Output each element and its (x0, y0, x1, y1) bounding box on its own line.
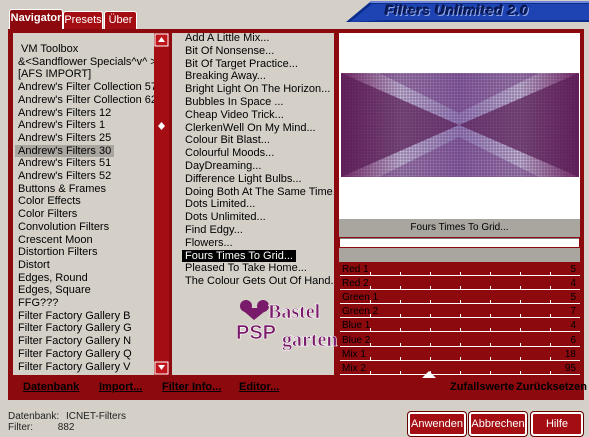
category-item[interactable]: Filter Factory Gallery G (15, 322, 135, 334)
slider-track[interactable] (340, 289, 580, 291)
editor-link[interactable]: Editor... (239, 381, 279, 393)
category-item[interactable]: [AFS IMPORT] (15, 68, 94, 80)
category-item[interactable]: FFG??? (15, 297, 61, 309)
import-link[interactable]: Import... (99, 381, 142, 393)
filter-item[interactable]: Colour Bit Blast... (182, 134, 273, 146)
tab-navigator-label: Navigator (10, 12, 62, 24)
category-item[interactable]: Distortion Filters (15, 246, 100, 258)
category-item[interactable]: Distort (15, 259, 53, 271)
filter-item[interactable]: Flowers... (182, 237, 236, 249)
slider-row[interactable]: Red 15 (340, 263, 580, 276)
filter-item[interactable]: Pleased To Take Home... (182, 262, 310, 274)
category-item[interactable]: Convolution Filters (15, 221, 112, 233)
app-title: Filters Unlimited 2.0 (385, 2, 529, 18)
category-item[interactable]: VM Toolbox (18, 43, 81, 55)
category-item[interactable]: Andrew's Filters 30 (15, 144, 115, 157)
reset-link[interactable]: Zurücksetzen (516, 381, 587, 393)
status-area: Datenbank: ICNET-Filters Filter: 882 (8, 411, 126, 433)
filter-item[interactable]: DayDreaming... (182, 160, 264, 172)
category-item[interactable]: Andrew's Filters 52 (15, 170, 114, 182)
watermark-graphic: Bastel PSP garten (236, 300, 338, 351)
cancel-button-label: Abbrechen (471, 418, 525, 430)
filter-info-link[interactable]: Filter Info... (162, 381, 221, 393)
filter-count-value: 882 (57, 422, 75, 433)
filter-item[interactable]: Cheap Video Trick... (182, 109, 287, 121)
filter-item[interactable]: Doing Both At The Same Time... (182, 186, 334, 198)
apply-button-label: Anwenden (411, 418, 463, 430)
tab-presets[interactable]: Presets (63, 11, 103, 29)
filter-item[interactable]: Bit Of Nonsense... (182, 45, 277, 57)
category-item[interactable]: Filter Factory Gallery B (15, 310, 133, 322)
filter-item[interactable]: Difference Light Bulbs... (182, 173, 305, 185)
random-values-link[interactable]: Zufallswerte (450, 381, 514, 393)
slider-pointer (422, 371, 436, 378)
filter-item[interactable]: ClerkenWell On My Mind... (182, 122, 319, 134)
slider-track[interactable] (340, 373, 580, 375)
svg-text:Bastel: Bastel (268, 301, 321, 323)
cancel-button[interactable]: Abbrechen (469, 412, 527, 436)
slider-row[interactable]: Mix 2 95 (340, 362, 580, 375)
category-item[interactable]: Andrew's Filters 25 (15, 132, 114, 144)
filter-item[interactable]: Bright Light On The Horizon... (182, 83, 333, 95)
svg-text:garten: garten (282, 329, 338, 351)
category-scrollbar[interactable] (154, 33, 169, 375)
category-item[interactable]: Andrew's Filters 51 (15, 157, 114, 169)
control-header-bar (339, 248, 580, 262)
preview-panel (339, 33, 580, 219)
db-value: ICNET-Filters (65, 411, 126, 422)
watermark-logo: Bastel PSP garten (232, 296, 392, 356)
filter-item[interactable]: Bit Of Target Practice... (182, 58, 301, 70)
help-button-label: Hilfe (545, 418, 568, 430)
filter-item[interactable]: Add A Little Mix... (182, 33, 272, 44)
preview-image (341, 73, 579, 177)
category-item[interactable]: Edges, Square (15, 284, 94, 296)
category-item[interactable]: Andrew's Filters 12 (15, 107, 114, 119)
apply-button[interactable]: Anwenden (408, 412, 466, 436)
help-button[interactable]: Hilfe (531, 412, 583, 436)
selected-filter-name-bar: Fours Times To Grid... (339, 219, 580, 237)
tab-navigator[interactable]: Navigator (9, 9, 63, 30)
category-item[interactable]: Filter Factory Gallery N (15, 335, 134, 347)
filter-item[interactable]: Bubbles In Space ... (182, 96, 286, 108)
database-link[interactable]: Datenbank (23, 381, 79, 393)
selected-filter-name: Fours Times To Grid... (410, 222, 509, 233)
tab-uber[interactable]: Über (104, 11, 137, 29)
category-item[interactable]: Filter Factory Gallery V (15, 361, 133, 373)
db-label: Datenbank: (8, 411, 60, 422)
filter-item[interactable]: Dots Limited... (182, 198, 258, 210)
category-item[interactable]: &<Sandflower Specials^v^ > (15, 56, 154, 68)
tab-uber-label: Über (108, 14, 133, 26)
slider-track[interactable] (340, 275, 580, 276)
category-list[interactable]: VM Toolbox &<Sandflower Specials^v^ > [AFS… (13, 33, 154, 375)
svg-text:PSP: PSP (236, 322, 276, 344)
filter-count-label: Filter: (8, 422, 33, 433)
category-item[interactable]: Edges, Round (15, 272, 91, 284)
slider-track[interactable] (340, 359, 580, 361)
title-banner: Filters Unlimited 2.0 (330, 0, 589, 22)
category-scrollbar-arrows (154, 33, 169, 375)
category-item[interactable]: Andrew's Filters 1 (15, 119, 108, 131)
info-field (340, 238, 579, 247)
filter-item[interactable]: Find Edgy... (182, 224, 246, 236)
category-item[interactable]: Buttons & Frames (15, 183, 109, 195)
filter-item[interactable]: Fours Times To Grid... (182, 249, 296, 262)
category-item[interactable]: Color Effects (15, 195, 84, 207)
category-item[interactable]: Andrew's Filter Collection 62 (15, 94, 154, 106)
filter-item[interactable]: Dots Unlimited... (182, 211, 269, 223)
tab-presets-label: Presets (64, 14, 102, 26)
category-item[interactable]: Andrew's Filter Collection 57 (15, 81, 154, 93)
category-item[interactable]: Filter Factory Gallery Q (15, 348, 135, 360)
category-item[interactable]: Color Filters (15, 208, 80, 220)
filter-item[interactable]: The Colour Gets Out Of Hand... (182, 275, 334, 287)
filter-item[interactable]: Breaking Away... (182, 70, 269, 82)
filter-item[interactable]: Colourful Moods... (182, 147, 277, 159)
category-item[interactable]: Crescent Moon (15, 234, 96, 246)
slider-row[interactable]: Red 24 (340, 277, 580, 291)
